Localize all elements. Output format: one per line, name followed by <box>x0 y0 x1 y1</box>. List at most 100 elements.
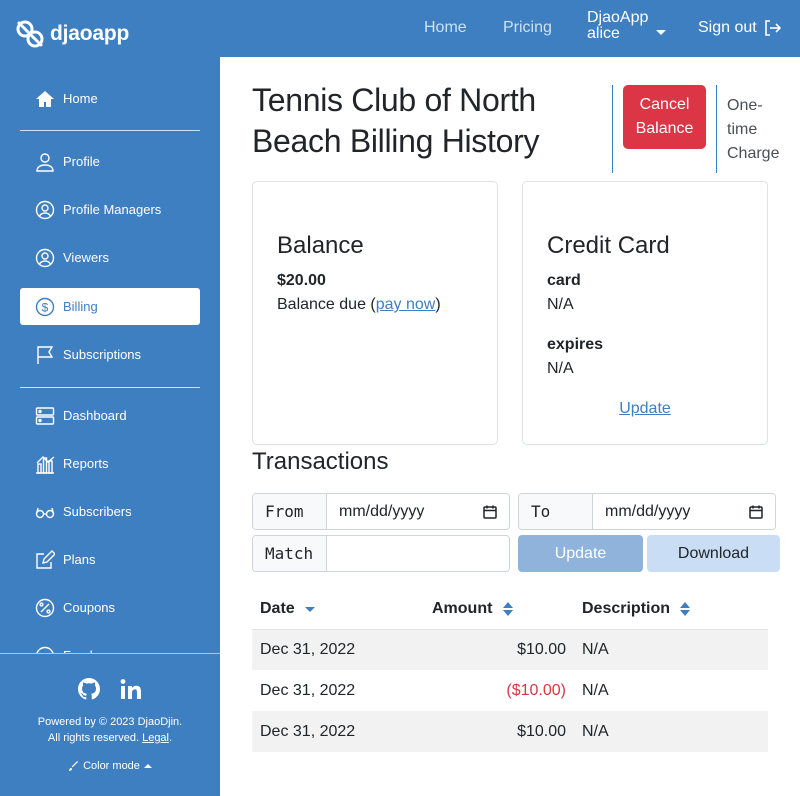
credit-card-card: Credit Card card N/A expires N/A Update <box>522 181 768 445</box>
cell-amount: ($10.00) <box>506 681 566 699</box>
legal-link[interactable]: Legal <box>142 732 169 744</box>
sidebar-divider <box>20 130 200 131</box>
social-links <box>0 678 220 700</box>
github-icon[interactable] <box>78 678 100 700</box>
cell-amount: $10.00 <box>424 629 574 670</box>
update-button[interactable]: Update <box>518 535 643 572</box>
powered-by: Powered by © 2023 DjaoDjin. <box>37 716 183 728</box>
top-navbar: djaoapp Home Pricing DjaoApp alice Sign … <box>0 0 800 57</box>
transactions-table: Date Amount Description Dec 31, 2022 $10… <box>252 589 768 752</box>
sidebar-item-plans[interactable]: Plans <box>20 541 200 578</box>
balance-due-text: Balance due (pay now) <box>277 296 441 314</box>
glasses-icon <box>35 507 55 518</box>
cell-amount: $10.00 <box>424 711 574 752</box>
cancel-balance-button[interactable]: Cancel Balance <box>623 85 706 149</box>
dollar-circle-icon: $ <box>35 297 55 316</box>
calendar-icon[interactable] <box>749 505 763 519</box>
user-name: alice <box>587 25 620 42</box>
sort-both-icon[interactable] <box>680 601 691 616</box>
table-row: Dec 31, 2022 $10.00 N/A <box>252 711 768 752</box>
sidebar-footer: Powered by © 2023 DjaoDjin. All rights r… <box>0 653 220 796</box>
credit-card-heading: Credit Card <box>547 232 670 259</box>
transactions-heading: Transactions <box>252 448 389 475</box>
to-date-input[interactable]: mm/dd/yyyy <box>593 494 775 529</box>
cell-description: N/A <box>582 681 609 699</box>
server-icon <box>35 406 55 425</box>
cell-date: Dec 31, 2022 <box>252 629 424 670</box>
sidebar-item-home[interactable]: Home <box>20 80 200 117</box>
card-label: card <box>547 272 581 289</box>
flag-icon <box>37 345 54 364</box>
match-input[interactable] <box>327 536 509 571</box>
cell-date: Dec 31, 2022 <box>252 711 424 752</box>
cell-date: Dec 31, 2022 <box>260 681 356 699</box>
user-menu-dropdown[interactable]: DjaoApp alice <box>587 10 648 42</box>
sidebar-item-billing[interactable]: $ Billing <box>20 288 200 325</box>
to-label: To <box>519 494 593 529</box>
from-date-group: From mm/dd/yyyy <box>252 493 510 530</box>
sidebar-item-subscriptions[interactable]: Subscriptions <box>20 336 200 373</box>
djaoapp-logo-icon <box>16 20 44 48</box>
sidebar-item-label: Viewers <box>63 250 110 265</box>
sidebar-item-label: Billing <box>63 299 98 314</box>
signout-button[interactable]: Sign out <box>698 19 781 37</box>
caret-up-icon <box>143 764 152 768</box>
expires-value: N/A <box>547 360 574 377</box>
column-header-description[interactable]: Description <box>574 589 768 630</box>
sort-both-icon[interactable] <box>502 601 513 616</box>
person-icon <box>36 152 54 172</box>
column-header-amount[interactable]: Amount <box>424 589 574 630</box>
sidebar-item-profile-managers[interactable]: Profile Managers <box>20 191 200 228</box>
person-circle-icon <box>35 248 55 267</box>
sidebar-item-subscribers[interactable]: Subscribers <box>20 493 200 530</box>
column-header-label: Description <box>582 599 671 617</box>
one-time-charge-link[interactable]: One-time Charge <box>727 94 787 166</box>
header-divider <box>612 85 613 173</box>
sidebar-item-viewers[interactable]: Viewers <box>20 239 200 276</box>
sidebar-item-coupons[interactable]: Coupons <box>20 589 200 626</box>
from-label: From <box>253 494 327 529</box>
percent-circle-icon <box>35 598 55 617</box>
download-button[interactable]: Download <box>647 535 780 572</box>
sidebar-item-dashboard[interactable]: Dashboard <box>20 397 200 434</box>
column-header-label: Date <box>260 599 295 617</box>
rights-text: All rights reserved. <box>47 732 140 744</box>
color-mode-label: Color mode <box>83 760 140 772</box>
person-circle-icon <box>35 200 55 219</box>
color-mode-toggle[interactable]: Color mode <box>0 760 220 772</box>
table-row: Dec 31, 2022 ($10.00) N/A <box>252 670 768 711</box>
update-card-link[interactable]: Update <box>523 400 767 418</box>
card-value: N/A <box>547 296 574 313</box>
caret-down-icon[interactable] <box>656 30 666 35</box>
brush-icon <box>68 760 79 771</box>
linkedin-icon[interactable] <box>120 678 142 700</box>
to-date-group: To mm/dd/yyyy <box>518 493 776 530</box>
balance-heading: Balance <box>277 232 364 259</box>
logo[interactable]: djaoapp <box>14 18 129 50</box>
column-header-date[interactable]: Date <box>252 589 424 630</box>
match-label: Match <box>253 536 327 571</box>
sidebar-item-label: Profile <box>63 154 100 169</box>
pay-now-link[interactable]: pay now <box>376 296 436 313</box>
bar-chart-icon <box>36 455 55 474</box>
balance-amount: $20.00 <box>277 272 326 289</box>
pencil-square-icon <box>36 549 55 569</box>
cell-description: N/A <box>574 629 768 670</box>
sort-desc-icon[interactable] <box>305 605 316 613</box>
calendar-icon[interactable] <box>483 505 497 519</box>
balance-due-prefix: Balance due ( <box>277 296 376 313</box>
nav-home-link[interactable]: Home <box>424 19 467 37</box>
sidebar-item-label: Reports <box>63 456 109 471</box>
nav-pricing-link[interactable]: Pricing <box>503 19 552 37</box>
svg-text:$: $ <box>42 300 49 314</box>
sidebar-item-reports[interactable]: Reports <box>20 445 200 482</box>
table-header-row: Date Amount Description <box>252 589 768 630</box>
sidebar-item-profile[interactable]: Profile <box>20 143 200 180</box>
sidebar-item-label: Dashboard <box>63 408 127 423</box>
logo-text: djaoapp <box>50 22 130 45</box>
column-header-label: Amount <box>432 599 493 617</box>
sidebar-item-label: Home <box>63 91 98 106</box>
legal-period: . <box>169 732 173 744</box>
from-date-input[interactable]: mm/dd/yyyy <box>327 494 509 529</box>
cell-description: N/A <box>574 711 768 752</box>
